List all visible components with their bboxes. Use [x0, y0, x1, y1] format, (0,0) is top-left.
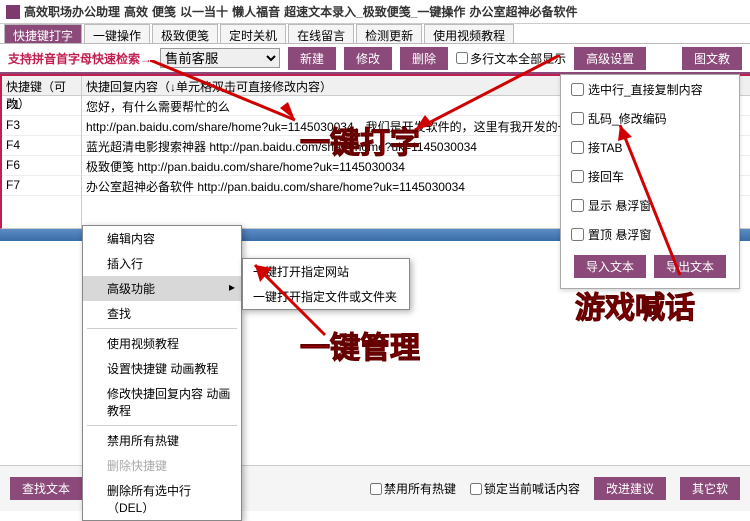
other-software-button[interactable]: 其它软 — [680, 477, 740, 500]
suggest-button[interactable]: 改进建议 — [594, 477, 666, 500]
opt-tab[interactable]: 接TAB — [561, 133, 739, 162]
category-select[interactable]: 售前客服 — [160, 48, 280, 68]
tab-feedback[interactable]: 在线留言 — [288, 24, 354, 43]
title-seg: 懒人福音 — [232, 3, 280, 20]
title-seg: 超速文本录入_极致便笺_一键操作 — [284, 3, 465, 20]
search-hint: 支持拼音首字母快速检索→ — [8, 50, 152, 67]
tab-video[interactable]: 使用视频教程 — [424, 24, 514, 43]
annotation-manage: 一键管理 — [300, 323, 420, 367]
menu-separator — [87, 328, 237, 329]
menu-edit[interactable]: 编辑内容 — [83, 226, 241, 251]
grid-header-key: 快捷键（可改） — [2, 76, 81, 96]
new-button[interactable]: 新建 — [288, 47, 336, 70]
menu-hotkey-tutorial[interactable]: 设置快捷键 动画教程 — [83, 356, 241, 381]
title-seg: 便笺 — [152, 3, 176, 20]
title-seg: 高效 — [124, 3, 148, 20]
menu-video-tutorial[interactable]: 使用视频教程 — [83, 331, 241, 356]
grid-key-cell[interactable]: F4 — [2, 136, 81, 156]
export-button[interactable]: 导出文本 — [654, 255, 726, 278]
grid-key-cell[interactable]: F6 — [2, 156, 81, 176]
import-button[interactable]: 导入文本 — [574, 255, 646, 278]
tab-hotkey-typing[interactable]: 快捷键打字 — [4, 24, 82, 43]
submenu-open-file[interactable]: 一键打开指定文件或文件夹 — [243, 284, 409, 309]
delete-button[interactable]: 删除 — [400, 47, 448, 70]
menu-reply-tutorial[interactable]: 修改快捷回复内容 动画教程 — [83, 381, 241, 423]
multiline-checkbox[interactable]: 多行文本全部显示 — [456, 50, 566, 67]
tab-notes[interactable]: 极致便笺 — [152, 24, 218, 43]
menu-advanced[interactable]: 高级功能 — [83, 276, 241, 301]
title-seg: 办公室超神必备软件 — [469, 3, 577, 20]
opt-copy-on-select[interactable]: 选中行_直接复制内容 — [561, 75, 739, 104]
opt-enter[interactable]: 接回车 — [561, 162, 739, 191]
submenu-open-url[interactable]: 一键打开指定网站 — [243, 259, 409, 284]
sub-menu: 一键打开指定网站 一键打开指定文件或文件夹 — [242, 258, 410, 310]
menu-disable-hotkeys[interactable]: 禁用所有热键 — [83, 428, 241, 453]
menu-insert-row[interactable]: 插入行 — [83, 251, 241, 276]
img-tutorial-button[interactable]: 图文教 — [682, 47, 742, 70]
menu-delete-selected[interactable]: 删除所有选中行（DEL） — [83, 478, 241, 520]
grid-key-cell[interactable]: F1 — [2, 96, 81, 116]
titlebar: 高效职场办公助理 高效 便笺 以一当十 懒人福音 超速文本录入_极致便笺_一键操… — [0, 0, 750, 24]
title-seg: 高效职场办公助理 — [24, 3, 120, 20]
tab-one-click[interactable]: 一键操作 — [84, 24, 150, 43]
disable-hotkeys-checkbox[interactable]: 禁用所有热键 — [370, 480, 456, 497]
grid-key-column: 快捷键（可改） F1 F3 F4 F6 F7 — [2, 76, 82, 228]
advanced-panel: 选中行_直接复制内容 乱码_修改编码 接TAB 接回车 显示 悬浮窗 置顶 悬浮… — [560, 74, 740, 289]
edit-button[interactable]: 修改 — [344, 47, 392, 70]
context-menu: 编辑内容 插入行 高级功能 查找 使用视频教程 设置快捷键 动画教程 修改快捷回… — [82, 225, 242, 521]
advanced-button[interactable]: 高级设置 — [574, 47, 646, 70]
opt-top-float[interactable]: 置顶 悬浮窗 — [561, 220, 739, 249]
tab-update[interactable]: 检测更新 — [356, 24, 422, 43]
menu-find[interactable]: 查找 — [83, 301, 241, 326]
toolbar: 支持拼音首字母快速检索→ 售前客服 新建 修改 删除 多行文本全部显示 高级设置… — [0, 44, 750, 74]
opt-encoding[interactable]: 乱码_修改编码 — [561, 104, 739, 133]
opt-show-float[interactable]: 显示 悬浮窗 — [561, 191, 739, 220]
grid-key-cell[interactable]: F3 — [2, 116, 81, 136]
app-icon — [6, 5, 20, 19]
lock-content-checkbox[interactable]: 锁定当前喊话内容 — [470, 480, 580, 497]
tab-shutdown[interactable]: 定时关机 — [220, 24, 286, 43]
menu-separator — [87, 425, 237, 426]
menu-delete-hotkey: 删除快捷键 — [83, 453, 241, 478]
grid-key-cell[interactable]: F7 — [2, 176, 81, 196]
tab-bar: 快捷键打字 一键操作 极致便笺 定时关机 在线留言 检测更新 使用视频教程 — [0, 24, 750, 44]
find-text-button[interactable]: 查找文本 — [10, 477, 82, 500]
annotation-game: 游戏喊话 — [575, 283, 695, 327]
title-seg: 以一当十 — [180, 3, 228, 20]
